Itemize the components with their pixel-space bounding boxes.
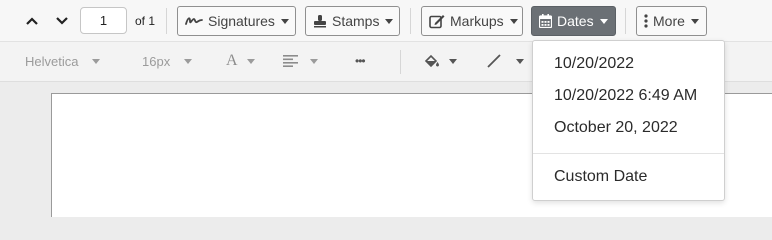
stamp-icon bbox=[313, 14, 327, 28]
chevron-down-icon bbox=[246, 58, 255, 64]
stamps-label: Stamps bbox=[332, 13, 380, 29]
font-family-select[interactable]: Helvetica bbox=[25, 50, 101, 72]
chevron-down-icon bbox=[310, 58, 318, 64]
chevron-up-icon bbox=[26, 17, 38, 25]
line-style-select[interactable] bbox=[486, 50, 524, 72]
dates-dropdown-menu: 10/20/2022 10/20/2022 6:49 AM October 20… bbox=[532, 40, 725, 201]
signatures-button[interactable]: Signatures bbox=[177, 6, 296, 36]
font-size-select[interactable]: 16px bbox=[142, 50, 193, 72]
signature-icon bbox=[185, 15, 203, 27]
markups-label: Markups bbox=[450, 13, 504, 29]
line-icon bbox=[486, 54, 502, 68]
custom-date-option[interactable]: Custom Date bbox=[533, 162, 724, 192]
toolbar-divider bbox=[625, 8, 626, 34]
stamps-button[interactable]: Stamps bbox=[305, 6, 400, 36]
markup-edit-icon bbox=[429, 14, 445, 29]
previous-page-button[interactable] bbox=[21, 10, 43, 32]
chevron-down-icon bbox=[509, 18, 518, 24]
align-icon bbox=[283, 55, 298, 67]
text-color-icon: A bbox=[226, 52, 238, 69]
more-label: More bbox=[653, 13, 685, 29]
page-count-label: of 1 bbox=[135, 14, 156, 28]
main-toolbar: of 1 Signatures Stamps Mar bbox=[0, 0, 772, 42]
chevron-down-icon bbox=[449, 58, 457, 64]
text-color-select[interactable]: A bbox=[226, 50, 255, 72]
font-size-value: 16px bbox=[142, 53, 171, 69]
chevron-down-icon bbox=[280, 18, 289, 24]
signatures-label: Signatures bbox=[208, 13, 275, 29]
chevron-down-icon bbox=[56, 17, 68, 25]
markups-button[interactable]: Markups bbox=[421, 6, 523, 36]
ellipsis-icon: ••• bbox=[355, 54, 366, 68]
dates-button[interactable]: Dates bbox=[531, 6, 616, 36]
font-family-value: Helvetica bbox=[25, 53, 79, 69]
text-align-select[interactable] bbox=[283, 50, 318, 72]
chevron-down-icon bbox=[385, 18, 394, 24]
fill-color-select[interactable] bbox=[424, 50, 457, 72]
chevron-down-icon bbox=[690, 18, 699, 24]
date-format-option[interactable]: 10/20/2022 bbox=[533, 49, 724, 79]
more-format-button[interactable]: ••• bbox=[355, 50, 366, 72]
date-format-option[interactable]: 10/20/2022 6:49 AM bbox=[533, 81, 724, 111]
toolbar-divider bbox=[166, 8, 167, 34]
more-button[interactable]: More bbox=[636, 6, 707, 36]
dates-label: Dates bbox=[557, 13, 594, 29]
menu-divider bbox=[533, 153, 724, 154]
date-format-option[interactable]: October 20, 2022 bbox=[533, 113, 724, 143]
fill-icon bbox=[424, 54, 440, 68]
page-number-input[interactable] bbox=[80, 7, 127, 34]
toolbar-divider bbox=[400, 50, 401, 74]
vertical-dots-icon bbox=[644, 14, 648, 28]
next-page-button[interactable] bbox=[51, 10, 73, 32]
chevron-down-icon bbox=[92, 58, 101, 64]
chevron-down-icon bbox=[516, 58, 524, 64]
calendar-icon bbox=[539, 14, 552, 28]
toolbar-divider bbox=[410, 8, 411, 34]
chevron-down-icon bbox=[599, 18, 608, 24]
chevron-down-icon bbox=[184, 58, 193, 64]
